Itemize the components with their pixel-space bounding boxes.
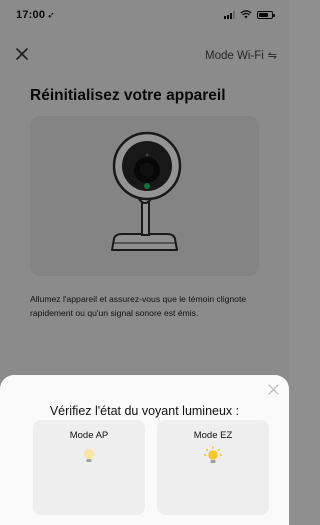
bulb-blinking-icon [203, 446, 223, 463]
close-icon[interactable] [268, 384, 279, 395]
sheet-title: Vérifiez l'état du voyant lumineux : [49, 404, 240, 418]
mode-ap-label: Mode AP [69, 430, 109, 441]
mode-ez-option[interactable]: Mode EZ [157, 420, 269, 515]
bulb-dim-icon [83, 448, 95, 462]
mode-ez-label: Mode EZ [193, 430, 233, 441]
mode-ap-option[interactable]: Mode AP [33, 420, 145, 515]
indicator-status-sheet: Vérifiez l'état du voyant lumineux : Mod… [0, 375, 289, 525]
